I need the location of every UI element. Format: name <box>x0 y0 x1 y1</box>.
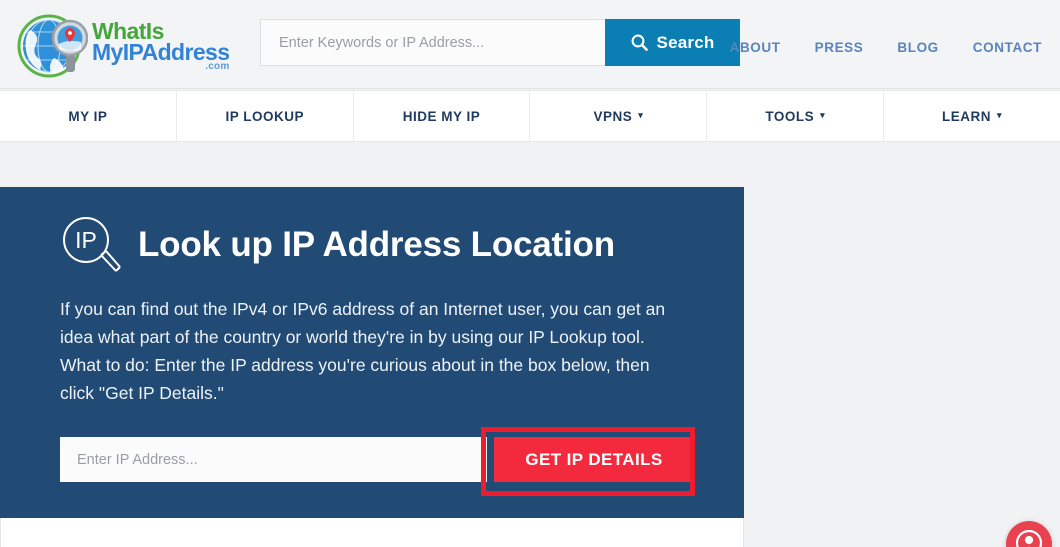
ip-address-input[interactable] <box>60 437 487 482</box>
nav-item-hide-my-ip-label: HIDE MY IP <box>402 108 481 124</box>
chevron-down-icon: ▾ <box>820 109 826 120</box>
header-link-about[interactable]: ABOUT <box>730 40 781 55</box>
header-link-blog[interactable]: BLOG <box>897 40 938 55</box>
logo-myipaddress-text: MyIPAddress <box>92 38 230 65</box>
nav-item-learn[interactable]: LEARN ▾ <box>884 91 1060 141</box>
header-link-contact[interactable]: CONTACT <box>973 40 1042 55</box>
nav-item-vpns[interactable]: VPNS ▾ <box>530 91 708 141</box>
search-button-label: Search <box>656 32 715 52</box>
search-button[interactable]: Search <box>605 19 740 66</box>
get-ip-details-button[interactable]: GET IP DETAILS <box>494 437 694 482</box>
search-input[interactable] <box>260 19 605 66</box>
page-root: WhatIs MyIPAddress .com Search ABOUT PRE… <box>0 0 1060 547</box>
nav-item-tools[interactable]: TOOLS ▾ <box>707 91 885 141</box>
header-nav-links: ABOUT PRESS BLOG CONTACT <box>730 40 1042 55</box>
nav-item-ip-lookup-label: IP LOOKUP <box>225 108 304 124</box>
hero-description: If you can find out the IPv4 or IPv6 add… <box>60 299 666 403</box>
nav-item-my-ip[interactable]: MY IP <box>0 91 177 141</box>
support-person-icon <box>1016 530 1042 547</box>
main-navigation: MY IP IP LOOKUP HIDE MY IP VPNS ▾ TOOLS … <box>0 90 1060 142</box>
nav-item-my-ip-label: MY IP <box>68 108 108 124</box>
chevron-down-icon: ▾ <box>997 109 1003 120</box>
nav-item-learn-label: LEARN <box>942 108 992 124</box>
hero-heading-row: IP Look up IP Address Location <box>60 214 615 276</box>
support-chat-widget[interactable] <box>1006 521 1052 547</box>
nav-item-ip-lookup[interactable]: IP LOOKUP <box>176 91 354 141</box>
site-logo[interactable]: WhatIs MyIPAddress .com <box>16 10 230 80</box>
ip-lookup-form: GET IP DETAILS <box>60 437 694 482</box>
content-panel-below-hero <box>0 518 744 547</box>
logo-wordmark: WhatIs MyIPAddress .com <box>92 19 230 71</box>
site-header: WhatIs MyIPAddress .com Search ABOUT PRE… <box>0 0 1060 89</box>
header-search: Search <box>260 19 740 66</box>
nav-item-tools-label: TOOLS <box>765 108 815 124</box>
globe-magnifier-logo-icon <box>17 14 88 78</box>
hero-panel: IP Look up IP Address Location If you ca… <box>0 187 744 518</box>
search-icon <box>631 34 648 51</box>
page-title: Look up IP Address Location <box>138 225 615 264</box>
ip-magnifier-icon: IP <box>63 217 121 272</box>
nav-item-hide-my-ip[interactable]: HIDE MY IP <box>353 91 531 141</box>
header-link-press[interactable]: PRESS <box>815 40 864 55</box>
nav-item-vpns-label: VPNS <box>593 108 633 124</box>
chevron-down-icon: ▾ <box>638 109 644 120</box>
svg-text:IP: IP <box>75 227 97 253</box>
